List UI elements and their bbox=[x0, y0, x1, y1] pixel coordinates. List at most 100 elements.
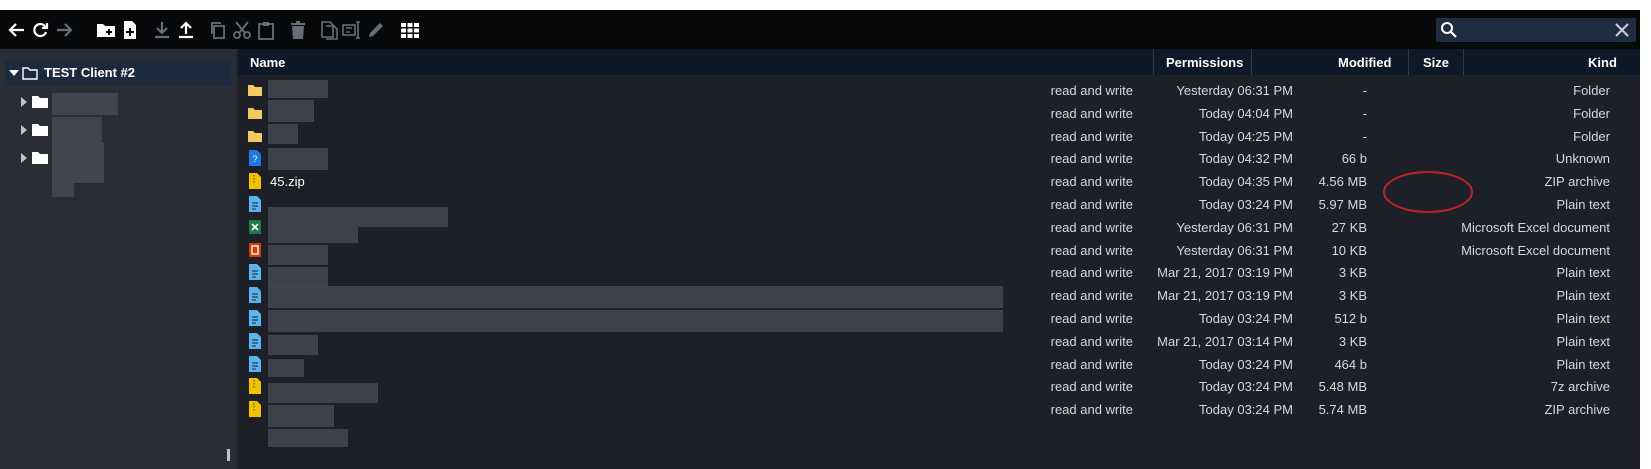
column-modified[interactable]: Modified bbox=[1338, 55, 1391, 70]
back-icon[interactable] bbox=[6, 19, 28, 41]
file-kind: ZIP archive bbox=[1544, 402, 1610, 418]
folder-icon bbox=[32, 96, 48, 108]
file-permissions: read and write bbox=[1050, 151, 1133, 167]
search-icon bbox=[1441, 22, 1457, 38]
text-file-icon bbox=[248, 264, 262, 281]
delete-icon[interactable] bbox=[287, 19, 309, 41]
copy-icon[interactable] bbox=[207, 19, 229, 41]
table-row[interactable]: read and write Today 03:24 PM 464 b Plain t… bbox=[238, 352, 1640, 376]
toolbar bbox=[0, 10, 1640, 49]
file-kind: Folder bbox=[1573, 83, 1610, 98]
file-permissions: read and write bbox=[1050, 265, 1133, 281]
table-row[interactable]: read and write Today 04:25 PM - Folder bbox=[238, 124, 1640, 148]
column-header-row: Name Permissions Modified Size Kind bbox=[238, 49, 1640, 75]
file-kind: Plain text bbox=[1556, 288, 1610, 304]
file-name[interactable]: 45.zip bbox=[270, 174, 305, 189]
file-modified: Today 03:24 PM bbox=[1199, 379, 1293, 395]
file-kind: Microsoft Excel document bbox=[1461, 242, 1610, 258]
file-permissions: read and write bbox=[1050, 356, 1133, 372]
caret-right-icon[interactable] bbox=[20, 125, 28, 135]
svg-text:?: ? bbox=[252, 154, 257, 164]
folder-icon bbox=[248, 128, 262, 144]
file-modified: Today 04:35 PM bbox=[1199, 174, 1293, 190]
refresh-icon[interactable] bbox=[29, 19, 51, 41]
file-kind: Plain text bbox=[1556, 333, 1610, 349]
edit-icon[interactable] bbox=[365, 19, 387, 41]
redacted-name bbox=[52, 117, 102, 143]
redacted-name bbox=[268, 383, 378, 403]
caret-down-icon[interactable] bbox=[9, 68, 19, 78]
size-highlight-annotation bbox=[1383, 171, 1473, 213]
file-modified: Today 03:24 PM bbox=[1199, 356, 1293, 372]
download-icon[interactable] bbox=[151, 19, 173, 41]
file-size: 27 KB bbox=[1331, 219, 1367, 235]
file-manager-window: TEST Client #2 Name Permissions Modified bbox=[0, 10, 1640, 469]
text-file-icon bbox=[248, 355, 262, 372]
file-permissions: read and write bbox=[1050, 83, 1133, 98]
redacted-name bbox=[268, 405, 334, 427]
file-permissions: read and write bbox=[1050, 128, 1133, 144]
new-folder-icon[interactable] bbox=[95, 19, 117, 41]
close-icon[interactable] bbox=[1614, 22, 1630, 38]
file-permissions: read and write bbox=[1050, 197, 1133, 212]
file-modified: Today 03:24 PM bbox=[1199, 311, 1293, 326]
table-row[interactable]: read and write Yesterday 06:31 PM - Folder bbox=[238, 78, 1640, 102]
text-file-icon bbox=[248, 310, 262, 326]
file-permissions: read and write bbox=[1050, 379, 1133, 395]
column-divider[interactable] bbox=[1408, 49, 1409, 75]
column-name[interactable]: Name bbox=[250, 55, 285, 70]
panel-splitter-handle[interactable] bbox=[227, 449, 230, 461]
redacted-name bbox=[268, 335, 318, 355]
zip-file-icon bbox=[248, 401, 262, 418]
file-modified: Yesterday 06:31 PM bbox=[1176, 219, 1293, 235]
file-modified: Today 03:24 PM bbox=[1199, 197, 1293, 212]
search-input[interactable] bbox=[1462, 20, 1606, 42]
table-row[interactable]: read and write Today 04:04 PM - Folder bbox=[238, 101, 1640, 125]
table-row[interactable]: read and write Yesterday 06:31 PM 10 KB Mic… bbox=[238, 238, 1640, 262]
redacted-name bbox=[268, 310, 1003, 332]
zip-file-icon bbox=[248, 173, 262, 190]
duplicate-icon[interactable] bbox=[318, 19, 340, 41]
table-row[interactable]: read and write Yesterday 06:31 PM 27 KB Mic… bbox=[238, 215, 1640, 239]
column-divider[interactable] bbox=[1463, 49, 1464, 75]
tree-root-item[interactable]: TEST Client #2 bbox=[5, 59, 231, 86]
column-size[interactable]: Size bbox=[1423, 55, 1449, 70]
column-permissions[interactable]: Permissions bbox=[1166, 55, 1243, 70]
caret-right-icon[interactable] bbox=[20, 97, 28, 107]
cut-icon[interactable] bbox=[231, 19, 253, 41]
column-kind[interactable]: Kind bbox=[1588, 55, 1617, 70]
redacted-name bbox=[268, 429, 348, 447]
new-file-icon[interactable] bbox=[119, 19, 141, 41]
text-file-icon bbox=[248, 196, 262, 212]
folder-tree: TEST Client #2 bbox=[0, 49, 236, 469]
unknown-file-icon: ? bbox=[248, 150, 262, 167]
table-row[interactable]: read and write Mar 21, 2017 03:19 PM 3 KB P… bbox=[238, 260, 1640, 284]
file-kind: Folder bbox=[1573, 128, 1610, 144]
table-row[interactable]: ? read and write Today 04:32 PM 66 b Unknown bbox=[238, 146, 1640, 170]
grid-view-icon[interactable] bbox=[399, 19, 421, 41]
redacted-name bbox=[52, 93, 118, 115]
file-modified: Today 04:25 PM bbox=[1199, 128, 1293, 144]
redacted-name bbox=[52, 143, 104, 183]
file-permissions: read and write bbox=[1050, 174, 1133, 190]
column-divider[interactable] bbox=[1153, 49, 1154, 75]
file-kind: Plain text bbox=[1556, 311, 1610, 326]
file-list: Name Permissions Modified Size Kind read… bbox=[238, 49, 1640, 469]
column-divider[interactable] bbox=[1251, 49, 1252, 75]
caret-right-icon[interactable] bbox=[20, 153, 28, 163]
upload-icon[interactable] bbox=[175, 19, 197, 41]
text-file-icon bbox=[248, 332, 262, 349]
rename-icon[interactable] bbox=[341, 19, 363, 41]
forward-icon[interactable] bbox=[53, 19, 75, 41]
table-row[interactable]: read and write Mar 21, 2017 03:14 PM 3 KB P… bbox=[238, 329, 1640, 353]
tree-root-label: TEST Client #2 bbox=[44, 65, 136, 80]
table-row[interactable]: read and write Today 03:24 PM 5.74 MB ZIP a… bbox=[238, 397, 1640, 421]
file-size: 512 b bbox=[1334, 311, 1367, 326]
table-row[interactable]: read and write Today 03:24 PM 5.48 MB 7z ar… bbox=[238, 374, 1640, 398]
archive-file-icon bbox=[248, 378, 262, 395]
file-permissions: read and write bbox=[1050, 105, 1133, 121]
redacted-name bbox=[268, 286, 1003, 308]
redacted-name bbox=[52, 183, 74, 197]
file-kind: 7z archive bbox=[1550, 379, 1610, 395]
paste-icon[interactable] bbox=[255, 19, 277, 41]
